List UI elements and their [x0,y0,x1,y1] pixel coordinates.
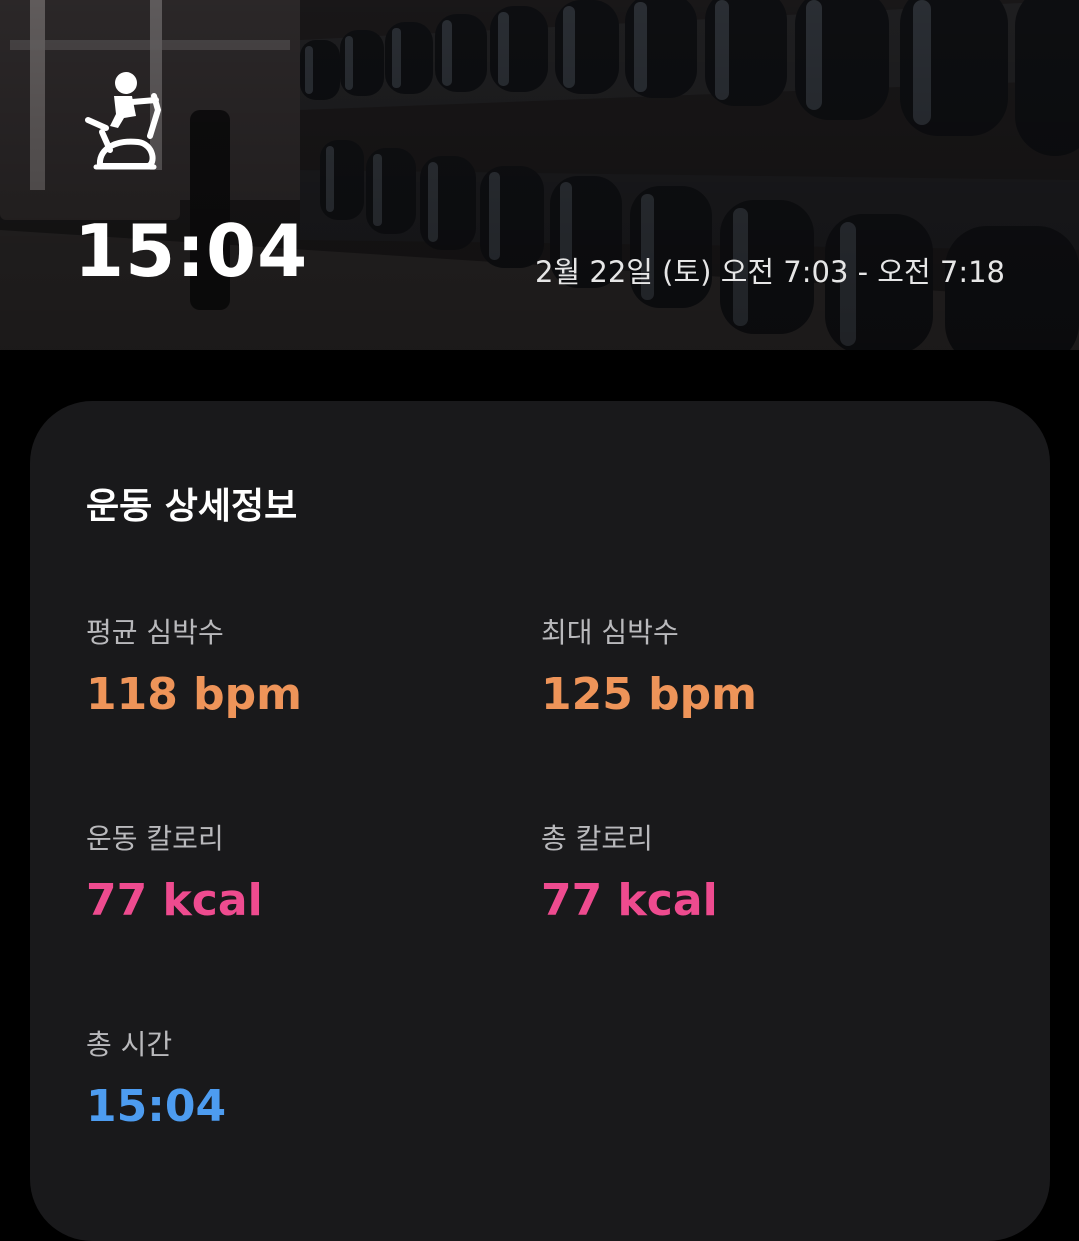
metric-total-time: 총 시간 15:04 [86,1025,226,1135]
metric-value: 77 kcal [86,875,263,926]
metric-total-calories: 총 칼로리 77 kcal [541,819,718,929]
metric-max-heart-rate: 최대 심박수 125 bpm [541,613,757,723]
workout-duration: 15:04 [74,209,309,293]
metric-avg-heart-rate: 평균 심박수 118 bpm [86,613,302,723]
workout-details-card: 운동 상세정보 평균 심박수 118 bpm 최대 심박수 125 bpm 운동… [30,401,1050,1241]
metric-label: 총 시간 [86,1028,173,1061]
workout-date-range: 2월 22일 (토) 오전 7:03 - 오전 7:18 [535,255,1005,289]
metric-value: 125 bpm [541,669,758,720]
metric-label: 최대 심박수 [541,616,679,649]
stationary-bike-icon [85,72,162,170]
metric-value: 15:04 [86,1081,227,1132]
metric-label: 평균 심박수 [86,616,224,649]
header-hero: 15:04 2월 22일 (토) 오전 7:03 - 오전 7:18 [0,0,1079,350]
metric-value: 77 kcal [541,875,718,926]
metric-label: 운동 칼로리 [86,822,224,855]
card-title: 운동 상세정보 [86,486,298,527]
metric-label: 총 칼로리 [541,822,653,855]
metric-value: 118 bpm [86,669,303,720]
metric-workout-calories: 운동 칼로리 77 kcal [86,819,263,929]
